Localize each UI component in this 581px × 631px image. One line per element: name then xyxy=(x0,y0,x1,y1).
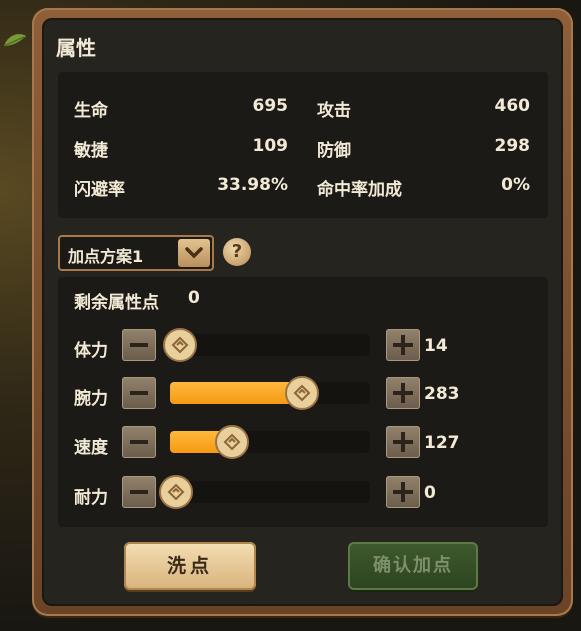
attr-label-speed: 速度 xyxy=(74,438,108,458)
stat-label-attack: 攻击 xyxy=(317,101,351,121)
help-icon[interactable]: ? xyxy=(223,238,251,266)
slider-fill-strength xyxy=(170,382,300,404)
stat-label-agility: 敏捷 xyxy=(74,141,108,161)
stat-label-defense: 防御 xyxy=(317,141,351,161)
panel-title: 属性 xyxy=(56,36,96,60)
attr-label-stamina: 体力 xyxy=(74,341,108,361)
attr-label-endurance: 耐力 xyxy=(74,488,108,508)
slider-track-endurance[interactable] xyxy=(170,481,370,503)
stat-label-hit-bonus: 命中率加成 xyxy=(317,180,402,200)
plus-button-speed[interactable] xyxy=(386,426,420,458)
slider-track-stamina[interactable] xyxy=(170,334,370,356)
minus-button-endurance[interactable] xyxy=(122,476,156,508)
plus-button-strength[interactable] xyxy=(386,377,420,409)
stat-value-agility: 109 xyxy=(252,136,289,156)
plus-icon xyxy=(393,482,413,502)
stat-value-hit-bonus: 0% xyxy=(501,175,530,195)
stat-label-hp: 生命 xyxy=(74,101,108,121)
attr-value-strength: 283 xyxy=(424,384,460,404)
slider-track-speed[interactable] xyxy=(170,431,370,453)
plus-button-endurance[interactable] xyxy=(386,476,420,508)
plus-button-stamina[interactable] xyxy=(386,329,420,361)
slider-knob-icon[interactable] xyxy=(285,376,319,410)
remaining-points-label: 剩余属性点 xyxy=(74,293,159,313)
minus-icon xyxy=(130,440,148,444)
stat-value-hp: 695 xyxy=(252,96,289,116)
minus-icon xyxy=(130,391,148,395)
minus-button-stamina[interactable] xyxy=(122,329,156,361)
slider-track-strength[interactable] xyxy=(170,382,370,404)
minus-button-speed[interactable] xyxy=(122,426,156,458)
minus-icon xyxy=(130,490,148,494)
slider-knob-icon[interactable] xyxy=(159,475,193,509)
attr-value-speed: 127 xyxy=(424,433,460,453)
stat-value-dodge: 33.98% xyxy=(217,175,288,195)
attr-label-strength: 腕力 xyxy=(74,389,108,409)
attr-value-endurance: 0 xyxy=(424,483,436,503)
remaining-points-value: 0 xyxy=(188,288,200,308)
attr-value-stamina: 14 xyxy=(424,336,448,356)
slider-knob-icon[interactable] xyxy=(163,328,197,362)
minus-icon xyxy=(130,343,148,347)
stat-value-defense: 298 xyxy=(494,136,531,156)
slider-knob-icon[interactable] xyxy=(215,425,249,459)
confirm-allocation-button[interactable]: 确认加点 xyxy=(348,542,478,590)
stat-value-attack: 460 xyxy=(494,96,531,116)
leaf-decoration-icon xyxy=(3,34,26,47)
minus-button-strength[interactable] xyxy=(122,377,156,409)
reset-points-button[interactable]: 洗点 xyxy=(124,542,256,590)
preset-dropdown[interactable]: 加点方案1 xyxy=(58,235,214,271)
plus-icon xyxy=(393,335,413,355)
stat-label-dodge: 闪避率 xyxy=(74,180,125,200)
plus-icon xyxy=(393,432,413,452)
preset-selected-label: 加点方案1 xyxy=(68,247,144,266)
plus-icon xyxy=(393,383,413,403)
chevron-down-icon[interactable] xyxy=(178,239,210,267)
